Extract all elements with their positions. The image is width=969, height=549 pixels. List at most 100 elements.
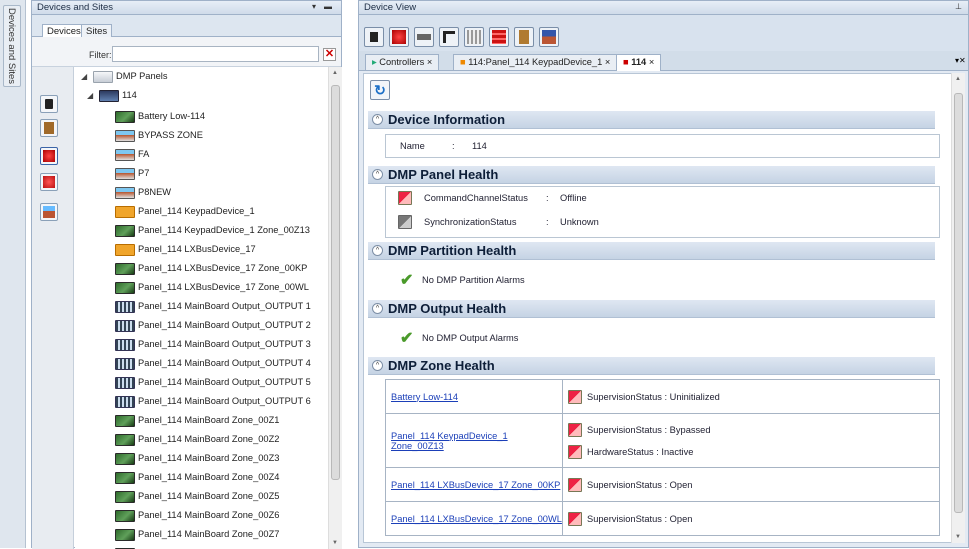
refresh-icon[interactable]: ↻	[370, 80, 390, 100]
section-dmp-partition-health[interactable]: ^ DMP Partition Health	[368, 242, 935, 260]
alarm-status-icon	[568, 444, 582, 459]
zone-status-line: SupervisionStatus : Bypassed	[563, 419, 939, 441]
scroll-down-icon[interactable]: ▼	[332, 540, 338, 546]
scroll-thumb[interactable]	[331, 85, 340, 480]
zone-link[interactable]: Panel_114 LXBusDevice_17 Zone_00WL	[391, 514, 562, 524]
tab-panel-114[interactable]: ■ 114 ×	[616, 54, 662, 71]
tab-list-icon[interactable]: ▾✕	[955, 56, 966, 65]
output-icon[interactable]	[489, 27, 509, 47]
door-filter-icon[interactable]	[40, 119, 58, 137]
tree-node-item[interactable]: Panel_114 MainBoard Output_OUTPUT 2	[115, 316, 311, 334]
keypad-filter-icon[interactable]	[40, 95, 58, 113]
scroll-up-icon[interactable]: ▲	[955, 76, 961, 82]
section-dmp-panel-health[interactable]: ^ DMP Panel Health	[368, 166, 935, 184]
tree-node-item[interactable]: Panel_114 MainBoard Output_OUTPUT 5	[115, 373, 311, 391]
tree-node-item[interactable]: Panel_114 MainBoard Zone_00Z7	[115, 525, 279, 543]
alarm-status-icon	[568, 511, 582, 526]
tree-node-item[interactable]: Panel_114 LXBusDevice_17 Zone_00WL	[115, 278, 309, 296]
tree-node-item[interactable]: Battery Low-114	[115, 107, 205, 125]
door-icon[interactable]	[514, 27, 534, 47]
content-scrollbar[interactable]: ▲ ▼	[951, 73, 965, 543]
panel-health-box: CommandChannelStatus : Offline Synchroni…	[385, 186, 940, 238]
zone-link[interactable]: Panel_114 KeypadDevice_1 Zone_00Z13	[391, 431, 508, 451]
tree-node-item[interactable]: Panel_114 MainBoard Zone_00Z2	[115, 430, 279, 448]
scroll-up-icon[interactable]: ▲	[332, 70, 338, 76]
zone-link[interactable]: Battery Low-114	[391, 392, 458, 402]
tree-node-label: Panel_114 MainBoard Output_OUTPUT 3	[138, 339, 311, 349]
side-tab-devices-and-sites[interactable]: Devices and Sites	[3, 5, 21, 87]
tree-node-item[interactable]: BYPASS ZONE	[115, 126, 203, 144]
tree-node-item[interactable]: Panel_114 MainBoard Zone_00Z1	[115, 411, 279, 429]
output-icon	[115, 319, 135, 332]
collapse-arrow-icon[interactable]: ◢	[81, 72, 87, 81]
collapse-toggle-icon[interactable]: ^	[372, 360, 383, 371]
tab-sites[interactable]: Sites	[81, 24, 113, 38]
section-dmp-zone-health[interactable]: ^ DMP Zone Health	[368, 357, 935, 375]
keypad-icon[interactable]	[364, 27, 384, 47]
panel-menu-icon[interactable]: ▾	[312, 2, 316, 11]
collapse-toggle-icon[interactable]: ^	[372, 303, 383, 314]
tree-node-item[interactable]: Panel_114 LXBusDevice_17	[115, 240, 256, 258]
section-dmp-output-health[interactable]: ^ DMP Output Health	[368, 300, 935, 318]
filter-input[interactable]	[112, 46, 319, 62]
tree-node-item[interactable]: P7	[115, 164, 149, 182]
table-row: Panel_114 KeypadDevice_1 Zone_00Z13 Super…	[385, 413, 940, 468]
area-icon	[115, 167, 135, 180]
tree-node-label: Panel_114 MainBoard Zone_00Z5	[138, 491, 280, 501]
close-icon[interactable]: ×	[427, 57, 432, 67]
tree-node-item[interactable]: Panel_114 MainBoard Zone_00Z4	[115, 468, 279, 486]
alarm-icon[interactable]	[389, 27, 409, 47]
tree-node-label: P8NEW	[138, 187, 172, 197]
tree-node-item[interactable]: Panel_114 MainBoard Zone_00Z8NEW	[115, 544, 301, 549]
tree-node-item[interactable]: Panel_114 MainBoard Zone_00Z5	[115, 487, 279, 505]
area-icon	[115, 129, 135, 142]
tree-node-item[interactable]: Panel_114 MainBoard Zone_00Z6	[115, 506, 279, 524]
collapse-toggle-icon[interactable]: ^	[372, 114, 383, 125]
area-filter-icon[interactable]	[40, 203, 58, 221]
pin-icon[interactable]: ⊥	[955, 2, 962, 11]
tree-node-label: Panel_114 MainBoard Output_OUTPUT 2	[138, 320, 311, 330]
tree-scrollbar[interactable]: ▲ ▼	[328, 67, 342, 549]
section-device-information[interactable]: ^ Device Information	[368, 111, 935, 129]
close-icon[interactable]: ×	[605, 57, 610, 67]
reader-icon[interactable]	[414, 27, 434, 47]
tree-node-label: Panel_114 LXBusDevice_17 Zone_00KP	[138, 263, 308, 273]
zone-icon	[115, 281, 135, 294]
tree-node-panel[interactable]: 114	[99, 86, 137, 104]
tree-node-item[interactable]: FA	[115, 145, 149, 163]
command-channel-separator: :	[546, 193, 549, 203]
alarm-filter-icon[interactable]	[40, 147, 58, 165]
pin-icon[interactable]: ▬	[324, 2, 332, 11]
input-icon[interactable]	[464, 27, 484, 47]
zone-link[interactable]: Panel_114 LXBusDevice_17 Zone_00KP	[391, 480, 560, 490]
tree-node-item[interactable]: Panel_114 MainBoard Output_OUTPUT 1	[115, 297, 311, 315]
clear-filter-icon[interactable]: ✕	[323, 48, 336, 61]
panel-title: Devices and Sites	[37, 2, 114, 13]
collapse-arrow-icon[interactable]: ◢	[87, 91, 93, 100]
tree-node-item[interactable]: P8NEW	[115, 183, 171, 201]
tree-node-item[interactable]: Panel_114 MainBoard Output_OUTPUT 4	[115, 354, 311, 372]
tree-node-item[interactable]: Panel_114 KeypadDevice_1	[115, 202, 255, 220]
relay-icon[interactable]	[439, 27, 459, 47]
scroll-down-icon[interactable]: ▼	[955, 534, 961, 540]
tree-node-label: Panel_114 MainBoard Zone_00Z3	[138, 453, 280, 463]
tree-node-root[interactable]: DMP Panels	[93, 67, 168, 85]
alarm-status-icon	[568, 389, 582, 404]
scroll-thumb[interactable]	[954, 93, 963, 513]
tree-node-item[interactable]: Panel_114 MainBoard Output_OUTPUT 6	[115, 392, 311, 410]
device-details: ↻ ^ Device Information Name : 114 ^ DMP …	[363, 73, 952, 543]
area-icon	[115, 186, 135, 199]
tab-controllers[interactable]: ▸ Controllers ×	[365, 54, 440, 70]
close-icon[interactable]: ×	[649, 57, 654, 67]
tree-node-label: Panel_114 MainBoard Output_OUTPUT 6	[138, 396, 311, 406]
zone-icon[interactable]	[539, 27, 559, 47]
tree-node-item[interactable]: Panel_114 LXBusDevice_17 Zone_00KP	[115, 259, 307, 277]
fire-filter-icon[interactable]	[40, 173, 58, 191]
tab-keypad-device[interactable]: ■ 114:Panel_114 KeypadDevice_1 ×	[453, 54, 618, 70]
tree-node-item[interactable]: Panel_114 MainBoard Output_OUTPUT 3	[115, 335, 311, 353]
collapse-toggle-icon[interactable]: ^	[372, 169, 383, 180]
device-view-title: Device View	[364, 2, 417, 13]
tree-node-item[interactable]: Panel_114 KeypadDevice_1 Zone_00Z13	[115, 221, 310, 239]
tree-node-item[interactable]: Panel_114 MainBoard Zone_00Z3	[115, 449, 279, 467]
collapse-toggle-icon[interactable]: ^	[372, 245, 383, 256]
